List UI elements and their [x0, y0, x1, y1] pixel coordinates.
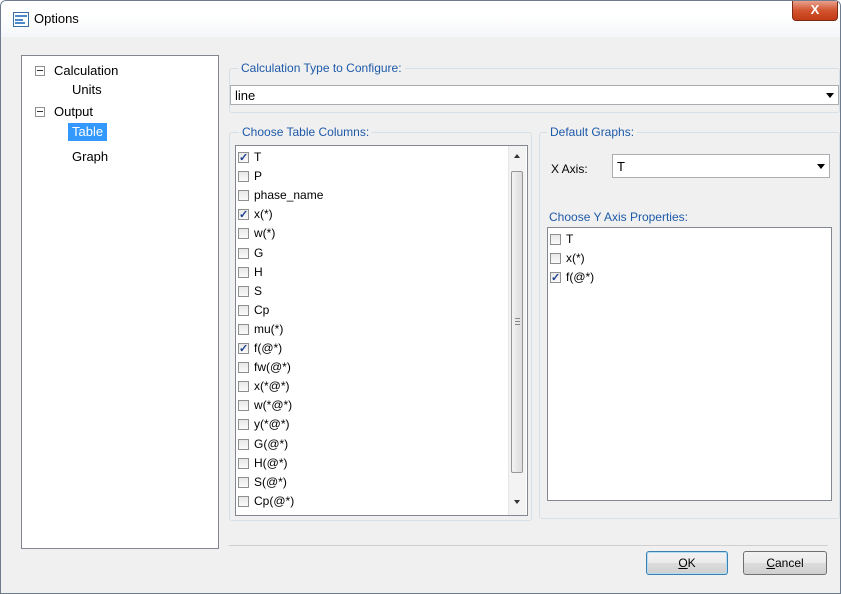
checkbox-label: S(@*)	[254, 474, 287, 489]
checkbox[interactable]	[238, 457, 249, 469]
checkbox-label: fw(@*)	[254, 360, 291, 375]
options-dialog: Options X Calculation Units Output Table…	[0, 0, 841, 594]
checkbox-label: G(@*)	[254, 436, 289, 451]
x-axis-value: T	[617, 159, 625, 174]
checkbox-label: w(*)	[254, 226, 276, 241]
checkbox[interactable]	[238, 323, 249, 335]
checkbox-label: phase_name	[254, 188, 324, 203]
chevron-down-icon	[826, 93, 834, 98]
checkbox-checked[interactable]	[550, 269, 561, 288]
checkbox[interactable]	[238, 381, 249, 393]
checkbox-label: mu(*)	[254, 321, 284, 336]
checkbox[interactable]	[238, 247, 249, 259]
checkbox-label: y(*@*)	[254, 417, 290, 432]
calc-type-value: line	[235, 88, 256, 103]
checkbox-label: Cp(@*)	[254, 493, 295, 508]
checkbox[interactable]	[238, 438, 249, 450]
scroll-up-icon[interactable]	[514, 154, 520, 158]
checkbox[interactable]	[238, 228, 249, 240]
calc-type-label: Calculation Type to Configure:	[238, 61, 405, 75]
table-columns-list[interactable]: TPphase_name x(*) w(*) GHS Cp mu(*) f(@*) fw(@*…	[235, 145, 528, 516]
y-axis-list[interactable]: Tx(*) f(@*)	[547, 227, 832, 501]
checkbox-label: f(@*)	[254, 341, 283, 355]
checkbox-label: x(*)	[254, 207, 273, 222]
checkbox-label: x(*)	[566, 251, 585, 266]
options-window-icon	[13, 12, 29, 27]
button-separator	[229, 545, 828, 546]
checkbox-label: x(*@*)	[254, 379, 290, 394]
window-title: Options	[34, 11, 79, 26]
checkbox-label: G	[254, 245, 264, 260]
checkbox[interactable]	[238, 285, 249, 297]
checkbox[interactable]	[238, 419, 249, 431]
checkbox[interactable]	[238, 476, 249, 488]
checkbox[interactable]	[238, 495, 249, 507]
checkbox[interactable]	[238, 190, 249, 202]
calc-type-select[interactable]: line	[230, 85, 839, 105]
checkbox-label: H(@*)	[254, 455, 288, 470]
checkbox-label: P	[254, 169, 263, 184]
chevron-down-icon	[817, 164, 825, 169]
ok-button[interactable]: OK	[646, 551, 728, 575]
close-button[interactable]: X	[792, 1, 838, 21]
table-columns-label: Choose Table Columns:	[239, 125, 373, 139]
tree-item-label: Table	[68, 123, 108, 141]
tree-item-label: Units	[72, 82, 102, 97]
y-axis-properties-label: Choose Y Axis Properties:	[549, 210, 688, 224]
checkbox-checked[interactable]	[238, 149, 249, 168]
checkbox-label: H	[254, 264, 263, 279]
checkbox[interactable]	[550, 234, 561, 245]
cancel-button[interactable]: Cancel	[743, 551, 827, 575]
checkbox[interactable]	[238, 171, 249, 183]
table-columns-scrollbar[interactable]	[508, 146, 526, 515]
checkbox[interactable]	[238, 400, 249, 412]
default-graphs-label: Default Graphs:	[547, 125, 638, 139]
checkbox-checked[interactable]	[238, 206, 249, 225]
scroll-down-icon[interactable]	[514, 500, 520, 504]
checkbox-label: S	[254, 283, 263, 298]
options-tree[interactable]: Calculation Units Output Table Graph	[21, 55, 219, 549]
tree-collapse-icon[interactable]	[35, 66, 45, 76]
title-bar[interactable]: Options X	[1, 1, 840, 37]
checkbox[interactable]	[238, 266, 249, 278]
checkbox-checked[interactable]	[238, 340, 249, 359]
tree-collapse-icon[interactable]	[35, 107, 45, 117]
close-icon: X	[810, 2, 820, 17]
checkbox-label: w(*@*)	[254, 398, 293, 413]
scroll-thumb[interactable]	[511, 171, 523, 473]
checkbox-label: T	[254, 150, 262, 164]
checkbox[interactable]	[238, 304, 249, 316]
checkbox-label: f(@*)	[566, 270, 595, 285]
tree-item-label: Calculation	[54, 63, 119, 78]
checkbox[interactable]	[550, 253, 561, 265]
tree-item-label: Output	[54, 104, 94, 119]
x-axis-label: X Axis:	[551, 162, 588, 176]
checkbox-label: Cp	[254, 302, 270, 317]
x-axis-select[interactable]: T	[612, 154, 830, 178]
checkbox[interactable]	[238, 362, 249, 374]
checkbox-label: T	[566, 232, 574, 246]
tree-item-label: Graph	[72, 149, 109, 164]
